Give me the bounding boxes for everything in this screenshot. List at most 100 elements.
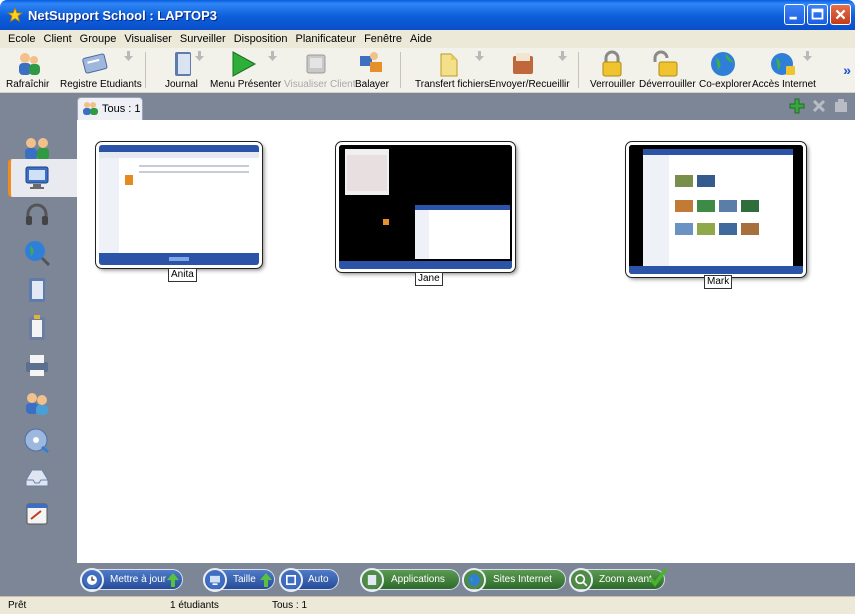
update-button[interactable]: Mettre à jour xyxy=(80,568,183,592)
zoom-in-button[interactable]: Zoom avant xyxy=(569,567,667,592)
menu-groupe[interactable]: Groupe xyxy=(76,33,121,45)
unlock-icon xyxy=(653,50,678,77)
play-icon xyxy=(232,51,257,77)
arrow-up-icon xyxy=(260,573,272,587)
send-collect-button[interactable]: Envoyer/Recueillir xyxy=(488,48,574,93)
sidebar-item-journal[interactable] xyxy=(10,271,66,309)
globe-search-icon xyxy=(25,241,51,267)
lock-button[interactable]: Verrouiller xyxy=(588,48,636,93)
window-title: NetSupport School : LAPTOP3 xyxy=(28,7,217,23)
sidebar-item-monitor[interactable] xyxy=(8,159,77,197)
monitor-icon xyxy=(203,568,227,592)
headset-icon xyxy=(26,203,48,225)
students-refresh-icon xyxy=(19,53,40,75)
student-name-jane: Jane xyxy=(415,272,443,286)
tab-all[interactable]: Tous : 1 xyxy=(77,97,143,120)
dropdown-arrow-icon xyxy=(195,51,204,61)
journal-icon xyxy=(175,52,191,76)
send-collect-icon xyxy=(513,53,533,74)
minimize-button[interactable] xyxy=(784,4,805,25)
lock-icon xyxy=(602,50,622,77)
size-button[interactable]: Taille xyxy=(203,568,275,592)
menu-aide[interactable]: Aide xyxy=(406,33,436,45)
status-state: Prêt xyxy=(8,600,27,611)
tab-strip: Tous : 1 xyxy=(77,93,855,120)
title-bar: NetSupport School : LAPTOP3 xyxy=(0,0,855,30)
view-client-button[interactable]: Visualiser Client xyxy=(283,48,356,93)
scan-button[interactable]: Balayer xyxy=(351,48,391,93)
maximize-button[interactable] xyxy=(807,4,828,25)
journal-button[interactable]: Journal xyxy=(162,48,204,93)
screen-preview xyxy=(629,145,803,274)
users-icon xyxy=(26,393,48,415)
dropdown-arrow-icon xyxy=(803,51,812,61)
sidebar-item-tray[interactable] xyxy=(10,458,66,496)
dropdown-arrow-icon xyxy=(475,51,484,61)
menu-bar: Ecole Client Groupe Visualiser Surveille… xyxy=(0,30,855,48)
unlock-button[interactable]: Déverrouiller xyxy=(637,48,696,93)
check-icon xyxy=(649,567,667,587)
globe-icon xyxy=(462,568,486,592)
student-name-anita: Anita xyxy=(168,268,197,282)
menu-fenetre[interactable]: Fenêtre xyxy=(360,33,406,45)
register-button[interactable]: Registre Etudiants xyxy=(58,48,142,93)
whiteboard-icon xyxy=(26,503,48,525)
screen-preview xyxy=(339,145,512,269)
refresh-button[interactable]: Rafraîchir xyxy=(6,48,49,93)
tab-all-label: Tous : 1 xyxy=(102,103,141,115)
menu-visualiser[interactable]: Visualiser xyxy=(120,33,176,45)
auto-size-icon xyxy=(279,568,303,592)
globe-icon xyxy=(711,52,735,76)
sidebar-item-groups[interactable] xyxy=(10,384,66,422)
internet-access-button[interactable]: Accès Internet xyxy=(750,48,816,93)
sidebar-item-whiteboard[interactable] xyxy=(10,495,66,533)
arrow-up-icon xyxy=(167,573,179,587)
sidebar xyxy=(0,93,77,593)
internet-access-icon xyxy=(771,53,795,75)
document-icon xyxy=(29,278,45,302)
menu-planificateur[interactable]: Planificateur xyxy=(292,33,361,45)
dropdown-arrow-icon xyxy=(124,51,133,61)
file-transfer-button[interactable]: Transfert fichiers xyxy=(413,48,489,93)
register-icon xyxy=(82,53,108,74)
monitor-icon xyxy=(25,166,49,189)
menu-client[interactable]: Client xyxy=(40,33,76,45)
students-icon xyxy=(83,102,98,115)
applications-button[interactable]: Applications xyxy=(360,568,460,592)
view-client-icon xyxy=(306,54,326,74)
menu-surveiller[interactable]: Surveiller xyxy=(176,33,230,45)
disc-icon xyxy=(24,428,49,454)
student-name-mark: Mark xyxy=(704,275,733,289)
sidebar-item-web[interactable] xyxy=(10,234,66,272)
tray-icon xyxy=(25,469,49,487)
close-button[interactable] xyxy=(830,4,851,25)
sidebar-item-print[interactable] xyxy=(10,346,66,384)
student-thumbnail-jane[interactable] xyxy=(336,142,515,272)
menu-ecole[interactable]: Ecole xyxy=(4,33,40,45)
bottom-bar: Mettre à jour Taille Auto Applications S… xyxy=(0,563,855,596)
star-icon xyxy=(7,7,23,23)
student-thumbnail-anita[interactable] xyxy=(96,142,262,268)
dropdown-arrow-icon xyxy=(268,51,277,61)
properties-icon[interactable] xyxy=(833,98,849,114)
status-group: Tous : 1 xyxy=(272,600,308,611)
remove-icon[interactable] xyxy=(811,98,827,114)
toolbar-overflow-chevron[interactable]: » xyxy=(843,62,851,78)
sidebar-item-tests[interactable] xyxy=(10,309,66,347)
dropdown-arrow-icon xyxy=(558,51,567,61)
add-icon[interactable] xyxy=(789,98,805,114)
auto-button[interactable]: Auto xyxy=(279,568,339,592)
printer-icon xyxy=(26,355,48,376)
menu-disposition[interactable]: Disposition xyxy=(230,33,292,45)
websites-button[interactable]: Sites Internet xyxy=(462,568,566,592)
student-thumbnail-mark[interactable] xyxy=(626,142,806,277)
sidebar-item-audio[interactable] xyxy=(10,197,66,235)
clipboard-icon xyxy=(29,315,45,340)
thumbnail-view: Anita Jane Mark xyxy=(77,120,855,563)
sidebar-item-media[interactable] xyxy=(10,421,66,459)
magnifier-icon xyxy=(569,568,593,592)
present-button[interactable]: Menu Présenter xyxy=(208,48,281,93)
co-browse-button[interactable]: Co-explorer xyxy=(697,48,751,93)
file-transfer-icon xyxy=(440,53,458,77)
scan-icon xyxy=(360,52,382,72)
